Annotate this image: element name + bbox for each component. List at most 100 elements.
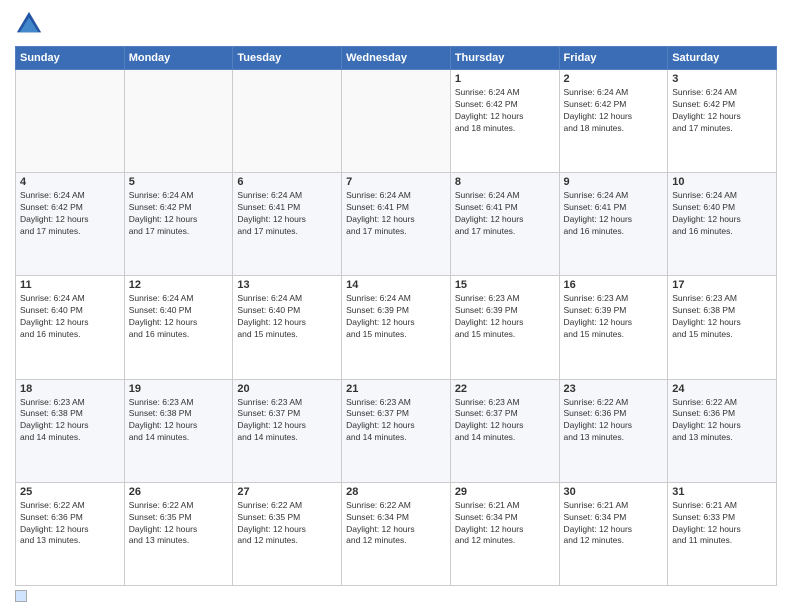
day-number: 3 (672, 73, 772, 85)
day-info: Sunrise: 6:24 AM Sunset: 6:40 PM Dayligh… (20, 293, 120, 341)
day-cell: 20 Sunrise: 6:23 AM Sunset: 6:37 PM Dayli… (233, 379, 342, 482)
day-info: Sunrise: 6:23 AM Sunset: 6:38 PM Dayligh… (20, 397, 120, 445)
legend-color-box (15, 590, 27, 602)
day-number: 12 (129, 279, 229, 291)
day-cell: 16 Sunrise: 6:23 AM Sunset: 6:39 PM Dayli… (559, 276, 668, 379)
day-info: Sunrise: 6:24 AM Sunset: 6:42 PM Dayligh… (455, 87, 555, 135)
calendar-header: SundayMondayTuesdayWednesdayThursdayFrid… (16, 47, 777, 70)
day-info: Sunrise: 6:24 AM Sunset: 6:40 PM Dayligh… (672, 190, 772, 238)
day-cell: 24 Sunrise: 6:22 AM Sunset: 6:36 PM Dayli… (668, 379, 777, 482)
col-header-thursday: Thursday (450, 47, 559, 70)
day-number: 14 (346, 279, 446, 291)
day-cell: 7 Sunrise: 6:24 AM Sunset: 6:41 PM Daylig… (342, 173, 451, 276)
day-number: 5 (129, 176, 229, 188)
day-number: 10 (672, 176, 772, 188)
day-info: Sunrise: 6:23 AM Sunset: 6:38 PM Dayligh… (672, 293, 772, 341)
day-number: 29 (455, 486, 555, 498)
day-cell: 29 Sunrise: 6:21 AM Sunset: 6:34 PM Dayli… (450, 482, 559, 585)
day-cell: 28 Sunrise: 6:22 AM Sunset: 6:34 PM Dayli… (342, 482, 451, 585)
day-number: 15 (455, 279, 555, 291)
day-cell: 15Sunrise: 6:23 AM Sunset: 6:39 PM Dayli… (450, 276, 559, 379)
day-cell: 2Sunrise: 6:24 AM Sunset: 6:42 PM Daylig… (559, 70, 668, 173)
day-info: Sunrise: 6:21 AM Sunset: 6:34 PM Dayligh… (564, 500, 664, 548)
week-row-3: 11 Sunrise: 6:24 AM Sunset: 6:40 PM Dayli… (16, 276, 777, 379)
day-cell: 13 Sunrise: 6:24 AM Sunset: 6:40 PM Dayli… (233, 276, 342, 379)
day-number: 17 (672, 279, 772, 291)
week-row-2: 4 Sunrise: 6:24 AM Sunset: 6:42 PM Daylig… (16, 173, 777, 276)
day-info: Sunrise: 6:24 AM Sunset: 6:40 PM Dayligh… (237, 293, 337, 341)
day-number: 4 (20, 176, 120, 188)
day-number: 13 (237, 279, 337, 291)
day-cell: 1Sunrise: 6:24 AM Sunset: 6:42 PM Daylig… (450, 70, 559, 173)
day-cell: 6 Sunrise: 6:24 AM Sunset: 6:41 PM Daylig… (233, 173, 342, 276)
day-number: 25 (20, 486, 120, 498)
day-cell: 17 Sunrise: 6:23 AM Sunset: 6:38 PM Dayli… (668, 276, 777, 379)
day-info: Sunrise: 6:23 AM Sunset: 6:38 PM Dayligh… (129, 397, 229, 445)
day-info: Sunrise: 6:24 AM Sunset: 6:41 PM Dayligh… (237, 190, 337, 238)
day-cell: 27Sunrise: 6:22 AM Sunset: 6:35 PM Dayli… (233, 482, 342, 585)
day-info: Sunrise: 6:24 AM Sunset: 6:39 PM Dayligh… (346, 293, 446, 341)
day-number: 22 (455, 383, 555, 395)
day-cell: 10 Sunrise: 6:24 AM Sunset: 6:40 PM Dayli… (668, 173, 777, 276)
day-number: 7 (346, 176, 446, 188)
calendar-table: SundayMondayTuesdayWednesdayThursdayFrid… (15, 46, 777, 586)
day-cell: 5 Sunrise: 6:24 AM Sunset: 6:42 PM Daylig… (124, 173, 233, 276)
day-info: Sunrise: 6:24 AM Sunset: 6:42 PM Dayligh… (564, 87, 664, 135)
day-cell: 18 Sunrise: 6:23 AM Sunset: 6:38 PM Dayli… (16, 379, 125, 482)
day-number: 28 (346, 486, 446, 498)
day-number: 6 (237, 176, 337, 188)
generalblue-logo-icon (15, 10, 43, 38)
day-cell: 12Sunrise: 6:24 AM Sunset: 6:40 PM Dayli… (124, 276, 233, 379)
day-info: Sunrise: 6:24 AM Sunset: 6:41 PM Dayligh… (455, 190, 555, 238)
day-cell: 25 Sunrise: 6:22 AM Sunset: 6:36 PM Dayli… (16, 482, 125, 585)
day-cell: 3 Sunrise: 6:24 AM Sunset: 6:42 PM Daylig… (668, 70, 777, 173)
day-info: Sunrise: 6:24 AM Sunset: 6:42 PM Dayligh… (129, 190, 229, 238)
day-info: Sunrise: 6:22 AM Sunset: 6:35 PM Dayligh… (129, 500, 229, 548)
day-cell: 9Sunrise: 6:24 AM Sunset: 6:41 PM Daylig… (559, 173, 668, 276)
day-number: 20 (237, 383, 337, 395)
header (15, 10, 777, 38)
day-cell: 26 Sunrise: 6:22 AM Sunset: 6:35 PM Dayli… (124, 482, 233, 585)
col-header-tuesday: Tuesday (233, 47, 342, 70)
day-cell (233, 70, 342, 173)
day-info: Sunrise: 6:23 AM Sunset: 6:37 PM Dayligh… (455, 397, 555, 445)
day-cell: 19 Sunrise: 6:23 AM Sunset: 6:38 PM Dayli… (124, 379, 233, 482)
page: SundayMondayTuesdayWednesdayThursdayFrid… (0, 0, 792, 612)
day-number: 19 (129, 383, 229, 395)
day-cell: 14 Sunrise: 6:24 AM Sunset: 6:39 PM Dayli… (342, 276, 451, 379)
day-number: 18 (20, 383, 120, 395)
col-header-friday: Friday (559, 47, 668, 70)
week-row-5: 25 Sunrise: 6:22 AM Sunset: 6:36 PM Dayli… (16, 482, 777, 585)
day-info: Sunrise: 6:23 AM Sunset: 6:37 PM Dayligh… (237, 397, 337, 445)
day-number: 24 (672, 383, 772, 395)
day-info: Sunrise: 6:24 AM Sunset: 6:41 PM Dayligh… (346, 190, 446, 238)
day-info: Sunrise: 6:22 AM Sunset: 6:36 PM Dayligh… (672, 397, 772, 445)
day-cell (342, 70, 451, 173)
day-number: 31 (672, 486, 772, 498)
header-row: SundayMondayTuesdayWednesdayThursdayFrid… (16, 47, 777, 70)
day-number: 21 (346, 383, 446, 395)
day-info: Sunrise: 6:22 AM Sunset: 6:34 PM Dayligh… (346, 500, 446, 548)
day-info: Sunrise: 6:21 AM Sunset: 6:34 PM Dayligh… (455, 500, 555, 548)
day-cell: 11 Sunrise: 6:24 AM Sunset: 6:40 PM Dayli… (16, 276, 125, 379)
day-number: 9 (564, 176, 664, 188)
day-cell: 31Sunrise: 6:21 AM Sunset: 6:33 PM Dayli… (668, 482, 777, 585)
day-number: 16 (564, 279, 664, 291)
day-cell: 8Sunrise: 6:24 AM Sunset: 6:41 PM Daylig… (450, 173, 559, 276)
day-info: Sunrise: 6:22 AM Sunset: 6:36 PM Dayligh… (20, 500, 120, 548)
legend (15, 590, 777, 602)
day-info: Sunrise: 6:23 AM Sunset: 6:37 PM Dayligh… (346, 397, 446, 445)
day-number: 30 (564, 486, 664, 498)
day-info: Sunrise: 6:22 AM Sunset: 6:36 PM Dayligh… (564, 397, 664, 445)
day-cell: 22 Sunrise: 6:23 AM Sunset: 6:37 PM Dayli… (450, 379, 559, 482)
logo (15, 10, 47, 38)
col-header-wednesday: Wednesday (342, 47, 451, 70)
day-cell (124, 70, 233, 173)
day-info: Sunrise: 6:24 AM Sunset: 6:42 PM Dayligh… (672, 87, 772, 135)
day-info: Sunrise: 6:23 AM Sunset: 6:39 PM Dayligh… (564, 293, 664, 341)
day-info: Sunrise: 6:22 AM Sunset: 6:35 PM Dayligh… (237, 500, 337, 548)
day-number: 26 (129, 486, 229, 498)
col-header-sunday: Sunday (16, 47, 125, 70)
week-row-1: 1Sunrise: 6:24 AM Sunset: 6:42 PM Daylig… (16, 70, 777, 173)
day-number: 11 (20, 279, 120, 291)
